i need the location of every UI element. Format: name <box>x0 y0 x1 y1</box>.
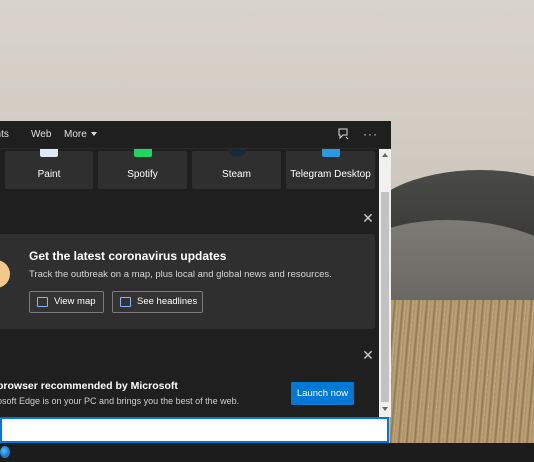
close-icon[interactable]: ✕ <box>362 211 374 225</box>
app-tile-paint[interactable]: Paint <box>5 149 93 189</box>
view-map-button[interactable]: View map <box>29 291 104 313</box>
launch-now-button[interactable]: Launch now <box>291 382 354 405</box>
news-icon <box>120 297 131 307</box>
app-tile-telegram[interactable]: Telegram Desktop <box>286 149 375 189</box>
scroll-down-arrow-icon[interactable] <box>382 407 388 411</box>
more-options-icon[interactable]: ··· <box>363 127 377 141</box>
app-tile-spotify[interactable]: Spotify <box>98 149 187 189</box>
lightbulb-icon <box>0 260 10 288</box>
taskbar-app-icon[interactable] <box>0 446 10 458</box>
results-scroll-area: Paint Spotify Steam Telegram Desktop ✕ G… <box>0 149 379 417</box>
view-map-label: View map <box>54 296 96 307</box>
desktop-wallpaper <box>390 160 534 446</box>
app-tile-label: Telegram Desktop <box>290 169 371 180</box>
tab-web[interactable]: Web <box>31 129 51 140</box>
app-tile-label: Paint <box>37 169 61 180</box>
close-icon[interactable]: ✕ <box>362 348 374 362</box>
paint-icon <box>40 149 58 157</box>
search-panel: ents Web More ··· Paint Spotify Steam Te… <box>0 121 391 417</box>
wallpaper-grass-field <box>390 300 534 446</box>
coronavirus-card: Get the latest coronavirus updates Track… <box>0 234 375 329</box>
steam-icon <box>227 149 246 157</box>
app-tile-label: Spotify <box>127 169 158 180</box>
vertical-scrollbar[interactable] <box>379 149 391 417</box>
card-title: Get the latest coronavirus updates <box>29 249 227 263</box>
telegram-icon <box>321 149 340 157</box>
search-input[interactable] <box>0 419 374 441</box>
edge-promo-description: osoft Edge is on your PC and brings you … <box>0 396 240 406</box>
app-tile-label: Steam <box>222 169 251 180</box>
tab-more-label: More <box>64 129 87 140</box>
search-tab-bar: ents Web More ··· <box>0 121 391 149</box>
tab-documents[interactable]: ents <box>0 129 9 140</box>
search-box[interactable] <box>0 417 389 443</box>
chevron-down-icon <box>90 132 97 137</box>
map-icon <box>37 297 48 307</box>
see-headlines-button[interactable]: See headlines <box>112 291 203 313</box>
taskbar <box>0 443 534 462</box>
see-headlines-label: See headlines <box>137 296 198 307</box>
card-description: Track the outbreak on a map, plus local … <box>29 269 332 280</box>
scrollbar-thumb[interactable] <box>381 192 389 402</box>
scroll-up-arrow-icon[interactable] <box>382 153 388 157</box>
spotify-icon <box>133 149 152 157</box>
edge-promo-title: browser recommended by Microsoft <box>0 380 178 392</box>
app-tile-steam[interactable]: Steam <box>192 149 281 189</box>
tab-more[interactable]: More <box>64 129 97 140</box>
feedback-icon[interactable] <box>337 127 351 141</box>
